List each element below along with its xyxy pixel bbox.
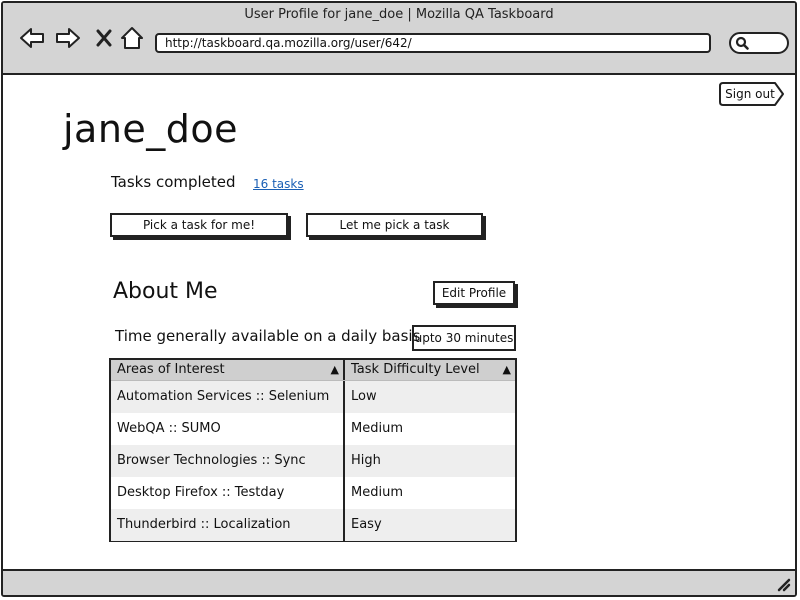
forward-icon [56,28,80,48]
browser-chrome: User Profile for jane_doe | Mozilla QA T… [3,3,795,75]
column-header-areas[interactable]: Areas of Interest ▲ [111,360,345,380]
forward-button[interactable] [53,23,83,53]
browser-window: User Profile for jane_doe | Mozilla QA T… [1,1,797,597]
window-title: User Profile for jane_doe | Mozilla QA T… [244,7,554,22]
home-button[interactable] [117,23,147,53]
difficulty-cell: High [351,453,381,468]
area-cell: WebQA :: SUMO [111,413,345,445]
difficulty-cell: Low [351,389,377,404]
difficulty-cell: Medium [351,485,403,500]
column-header-difficulty[interactable]: Task Difficulty Level ▲ [345,360,515,380]
status-bar [3,569,795,595]
sign-out-button[interactable]: Sign out [719,82,785,106]
about-me-heading: About Me [113,279,218,304]
table-row[interactable]: Thunderbird :: Localization Easy [111,509,515,541]
sign-out-label: Sign out [725,87,775,101]
stop-button[interactable] [89,23,119,53]
table-row[interactable]: Desktop Firefox :: Testday Medium [111,477,515,509]
column-header-label: Task Difficulty Level [351,362,480,377]
edit-profile-button[interactable]: Edit Profile [433,281,515,305]
table-row[interactable]: WebQA :: SUMO Medium [111,413,515,445]
tasks-count-link[interactable]: 16 tasks [253,177,304,191]
search-icon [735,36,749,50]
time-available-value: upto 30 minutes [412,325,516,351]
column-header-label: Areas of Interest [117,362,225,377]
back-button[interactable] [17,23,47,53]
table-row[interactable]: Browser Technologies :: Sync High [111,445,515,477]
table-row[interactable]: Automation Services :: Selenium Low [111,381,515,413]
sort-ascending-icon: ▲ [330,363,339,376]
pick-task-for-me-button[interactable]: Pick a task for me! [110,213,288,237]
area-cell: Thunderbird :: Localization [111,509,345,541]
let-me-pick-task-button[interactable]: Let me pick a task [306,213,483,237]
back-icon [20,28,44,48]
difficulty-cell: Easy [351,517,382,532]
area-cell: Automation Services :: Selenium [111,381,345,413]
tasks-completed-label: Tasks completed [111,173,236,191]
resize-grip-icon[interactable] [775,576,791,592]
close-icon [96,29,112,47]
url-input[interactable] [155,33,711,53]
sort-ascending-icon: ▲ [502,363,511,376]
area-cell: Desktop Firefox :: Testday [111,477,345,509]
area-cell: Browser Technologies :: Sync [111,445,345,477]
difficulty-cell: Medium [351,421,403,436]
table-header: Areas of Interest ▲ Task Difficulty Leve… [111,360,515,381]
time-available-label: Time generally available on a daily basi… [115,327,421,345]
interests-table: Areas of Interest ▲ Task Difficulty Leve… [109,358,517,542]
browser-search-input[interactable] [729,32,789,54]
page-title: jane_doe [63,107,239,151]
home-icon [121,27,143,49]
